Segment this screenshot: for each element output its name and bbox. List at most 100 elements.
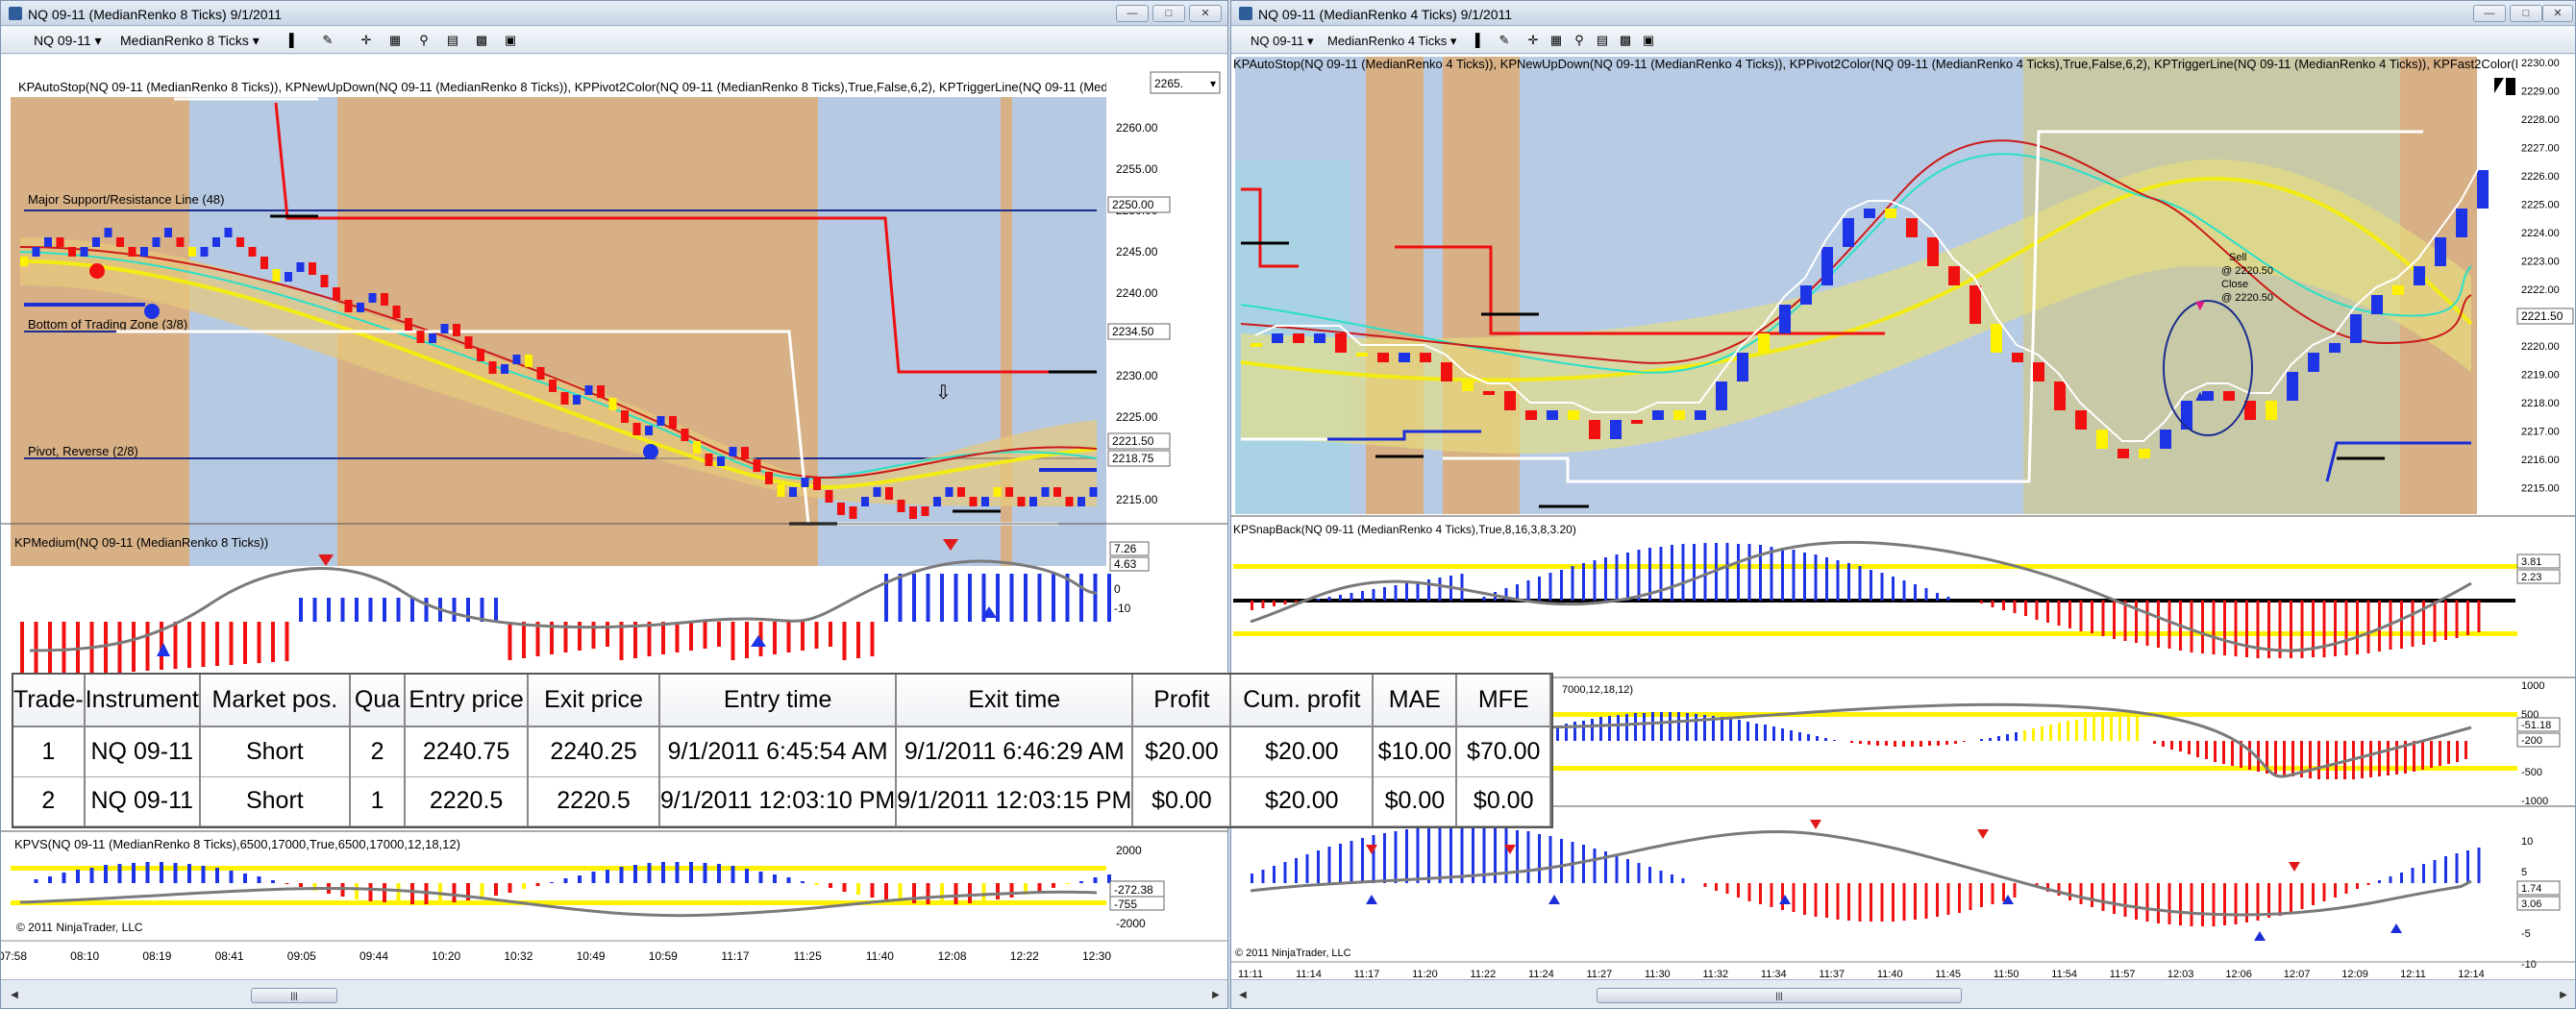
left-chart-canvas[interactable]: Major Support/Resistance Line (48) Botto… — [1, 55, 1227, 979]
histogram-bar — [1924, 588, 1928, 601]
histogram-bar — [1850, 741, 1853, 743]
template-icon[interactable]: ▣ — [503, 33, 518, 48]
draw-pencil-icon[interactable]: ✎ — [320, 33, 335, 48]
column-header[interactable]: Profit — [1132, 675, 1232, 727]
properties-icon[interactable]: ▦ — [387, 33, 403, 48]
price-tick-label: 2218.00 — [2521, 398, 2560, 409]
column-header[interactable]: Trade- — [13, 675, 86, 727]
kpvs-panel-label: 7000,12,18,12) — [1562, 684, 1633, 696]
histogram-bar — [2430, 741, 2433, 768]
histogram-bar — [1858, 566, 1862, 601]
bar-type-selector[interactable]: MedianRenko 8 Ticks ▾ — [114, 32, 273, 50]
histogram-bar — [675, 862, 680, 883]
maximize-button[interactable]: □ — [2510, 5, 2542, 22]
zoom-icon[interactable]: ⚲ — [1572, 33, 1587, 48]
table-row[interactable]: 1 NQ 09-11 Short 2 2240.75 2240.25 9/1/2011 6:… — [13, 726, 1551, 777]
column-header[interactable]: Entry time — [659, 675, 898, 727]
histogram-bar — [829, 883, 832, 888]
histogram-bar — [1460, 574, 1464, 601]
right-hscrollbar[interactable]: ◀ ||| ▶ — [1231, 979, 2575, 1008]
crosshair-icon[interactable]: ✛ — [1525, 33, 1541, 48]
histogram-bar — [1902, 741, 1905, 747]
maximize-button[interactable]: □ — [1152, 5, 1185, 22]
column-header[interactable]: Market pos. — [199, 675, 351, 727]
column-header[interactable]: Instrument — [84, 675, 201, 727]
histogram-bar — [2032, 728, 2035, 741]
instrument-selector[interactable]: NQ 09-11 ▾ — [28, 32, 114, 50]
bar-style-icon[interactable]: ▐ — [282, 33, 297, 48]
minimize-button[interactable]: — — [2473, 5, 2506, 22]
histogram-bar — [1937, 741, 1940, 746]
bar-style-icon[interactable]: ▐ — [1468, 33, 1483, 48]
column-header[interactable]: MFE — [1456, 675, 1551, 727]
bar-type-selector[interactable]: MedianRenko 4 Ticks ▾ — [1322, 32, 1461, 50]
major-sr-label: Major Support/Resistance Line (48) — [28, 192, 225, 207]
scroll-left-icon[interactable]: ◀ — [1235, 988, 1251, 1003]
histogram-bar — [1928, 741, 1931, 746]
histogram-bar — [1781, 883, 1784, 910]
crosshair-icon[interactable]: ✛ — [359, 33, 374, 48]
bar-type-label: MedianRenko 4 Ticks — [1327, 34, 1448, 48]
zoom-icon[interactable]: ⚲ — [416, 33, 432, 48]
indicators-icon[interactable]: ▩ — [474, 33, 489, 48]
scroll-thumb[interactable]: ||| — [1597, 988, 1962, 1003]
left-hscrollbar[interactable]: ◀ ||| ▶ — [1, 979, 1227, 1008]
scroll-thumb[interactable]: ||| — [251, 988, 337, 1003]
properties-icon[interactable]: ▦ — [1548, 33, 1564, 48]
indicators-icon[interactable]: ▩ — [1618, 33, 1633, 48]
close-button[interactable]: ✕ — [2542, 5, 2573, 22]
table-row[interactable]: 2 NQ 09-11 Short 1 2220.5 2220.5 9/1/2011 12:0… — [13, 776, 1551, 827]
right-chart-canvas[interactable]: Sell @ 2220.50 Close @ 2220.50 ▼ ▲ KPAut… — [1231, 55, 2575, 979]
minimize-button[interactable]: — — [1116, 5, 1149, 22]
column-header[interactable]: MAE — [1373, 675, 1458, 727]
price-tick-label: 2224.00 — [2521, 228, 2560, 239]
renko-bar — [453, 324, 460, 336]
histogram-bar — [1405, 583, 1408, 601]
scroll-left-icon[interactable]: ◀ — [7, 988, 22, 1003]
renko-bar — [1089, 487, 1098, 497]
histogram-bar — [1405, 829, 1408, 883]
histogram-bar — [661, 862, 665, 883]
renko-bar — [212, 237, 220, 247]
histogram-bar — [1946, 883, 1950, 915]
column-header[interactable]: Qua — [349, 675, 407, 727]
chevron-down-icon[interactable]: ▾ — [1210, 77, 1216, 90]
renko-bar — [80, 247, 88, 257]
pivot-label: Pivot, Reverse (2/8) — [28, 444, 138, 458]
renko-bar — [2371, 295, 2383, 314]
column-header[interactable]: Exit price — [527, 675, 661, 727]
histogram-bar — [508, 883, 512, 893]
scroll-end-icon[interactable] — [2506, 78, 2515, 95]
kpvs-tick-label: -500 — [2521, 767, 2542, 778]
histogram-bar — [2245, 883, 2248, 923]
histogram-bar — [1009, 574, 1014, 622]
right-chart-area[interactable]: Sell @ 2220.50 Close @ 2220.50 ▼ ▲ KPAut… — [1231, 55, 2575, 979]
histogram-bar — [717, 622, 721, 647]
scroll-right-icon[interactable]: ▶ — [1208, 988, 1224, 1003]
histogram-bar — [2411, 868, 2415, 883]
kpvs-ytick: -2000 — [1116, 917, 1146, 930]
renko-bar — [693, 441, 701, 454]
histogram-bar — [1660, 712, 1663, 741]
left-chart-area[interactable]: Major Support/Resistance Line (48) Botto… — [1, 55, 1227, 979]
scroll-right-icon[interactable]: ▶ — [2556, 988, 2571, 1003]
histogram-bar — [1980, 739, 1983, 741]
column-header[interactable]: Cum. profit — [1230, 675, 1375, 727]
histogram-bar — [2378, 601, 2381, 652]
column-header[interactable]: Entry price — [405, 675, 529, 727]
scroll-end-icon[interactable] — [2494, 78, 2504, 93]
close-button[interactable]: ✕ — [1189, 5, 1222, 22]
histogram-bar — [2067, 721, 2069, 741]
histogram-bar — [996, 574, 1000, 622]
renko-bar — [512, 355, 521, 364]
column-header[interactable]: Exit time — [896, 675, 1134, 727]
histogram-bar — [2196, 741, 2199, 757]
histogram-bar — [1963, 741, 1966, 742]
template-icon[interactable]: ▣ — [1641, 33, 1656, 48]
table-cell: NQ 09-11 — [84, 726, 201, 777]
strategy-icon[interactable]: ▤ — [445, 33, 460, 48]
histogram-bar — [1604, 557, 1607, 601]
draw-pencil-icon[interactable]: ✎ — [1497, 33, 1512, 48]
strategy-icon[interactable]: ▤ — [1595, 33, 1610, 48]
instrument-selector[interactable]: NQ 09-11 ▾ — [1245, 32, 1322, 50]
